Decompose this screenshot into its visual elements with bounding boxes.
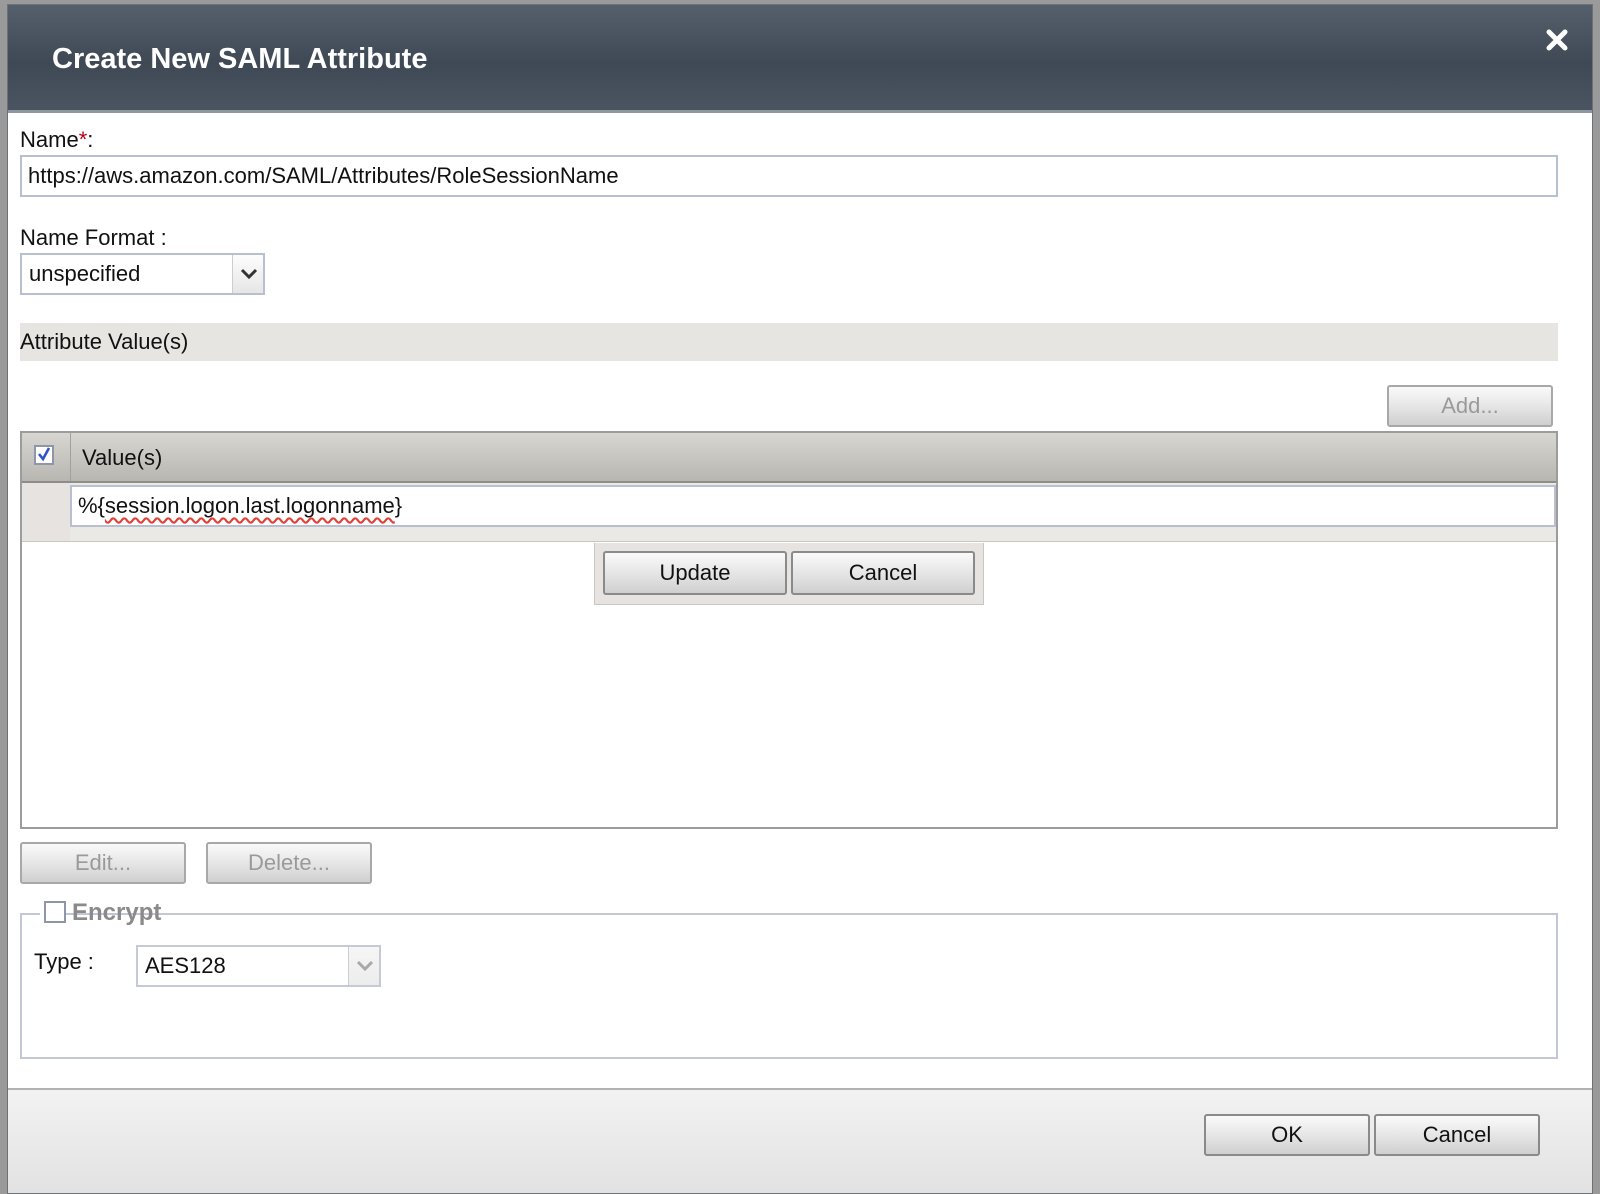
name-format-label: Name Format : [20,225,167,250]
name-label-text: Name [20,127,79,152]
values-table-header: Value(s) [22,433,1556,483]
close-icon[interactable] [1544,27,1570,53]
encrypt-type-select[interactable]: AES128 [136,945,381,987]
cancel-button[interactable]: Cancel [1374,1114,1540,1156]
value-edit-input[interactable]: %{session.logon.last.logonname} [70,485,1556,527]
update-button[interactable]: Update [603,551,787,595]
value-edit-text: session.logon.last.logonname [104,493,395,518]
encrypt-type-selected-value: AES128 [145,953,226,978]
dialog-footer: OK Cancel [8,1088,1592,1193]
values-table: Value(s) %{session.logon.last.logonname} [20,431,1558,829]
add-value-button-label: Add... [1441,393,1499,418]
row-gutter [22,483,70,541]
chevron-down-icon[interactable] [232,255,263,293]
encrypt-type-label: Type : [34,949,94,974]
chevron-down-icon[interactable] [348,947,379,985]
name-label: Name*: [20,127,93,153]
edit-value-button[interactable]: Edit... [20,842,186,884]
name-input[interactable] [20,155,1558,197]
encrypt-checkbox[interactable] [44,901,66,923]
encrypt-label: Encrypt [72,899,162,926]
table-row-editing: %{session.logon.last.logonname} [22,483,1556,542]
delete-value-button[interactable]: Delete... [206,842,372,884]
values-column-header: Value(s) [82,445,163,470]
dialog-titlebar: Create New SAML Attribute [8,5,1592,113]
name-format-selected-value: unspecified [29,261,141,286]
add-value-button[interactable]: Add... [1387,385,1553,427]
dialog-title: Create New SAML Attribute [52,43,428,75]
row-cancel-button-label: Cancel [848,560,918,585]
cancel-button-label: Cancel [1422,1122,1492,1147]
row-cancel-button[interactable]: Cancel [791,551,975,595]
attribute-values-section-header: Attribute Value(s) [20,323,1558,361]
row-editor-buttons: Update Cancel [594,543,984,605]
ok-button[interactable]: OK [1204,1114,1370,1156]
header-checkbox-cell [22,433,71,481]
encrypt-fieldset: Encrypt Type : AES128 [20,899,1558,1059]
name-format-select[interactable]: unspecified [20,253,265,295]
encrypt-legend: Encrypt [40,899,161,929]
edit-value-button-label: Edit... [74,850,132,875]
delete-value-button-label: Delete... [248,850,330,875]
attribute-values-section-title: Attribute Value(s) [20,329,189,354]
required-marker: * [78,127,88,152]
name-label-suffix: : [87,127,94,152]
select-all-checkbox[interactable] [34,445,54,465]
ok-button-label: OK [1271,1122,1303,1147]
update-button-label: Update [659,560,731,585]
create-saml-attribute-dialog: Create New SAML Attribute Name*: Name Fo… [7,4,1593,1194]
